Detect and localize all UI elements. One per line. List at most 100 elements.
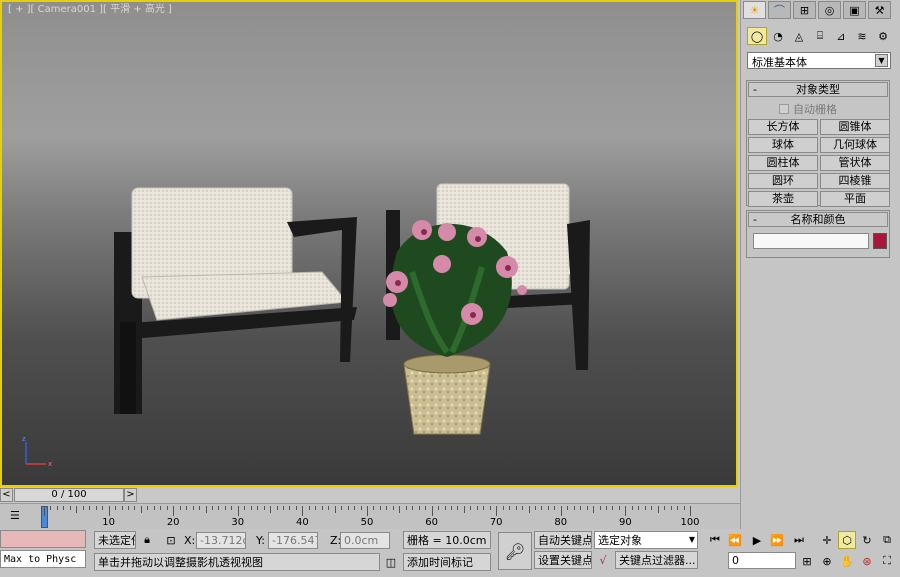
autogrid-checkbox[interactable] (779, 104, 789, 114)
set-key-icon[interactable]: 🔑︎ (498, 532, 532, 570)
time-config-icon[interactable]: ⊞ (798, 552, 816, 570)
play-icon[interactable]: ▶ (748, 531, 766, 549)
display-tab[interactable]: ▣ (843, 1, 866, 19)
zoom-icon[interactable]: ✛ (818, 531, 836, 549)
track-tick (438, 506, 440, 510)
name-color-rollout-header[interactable]: - 名称和颜色 (748, 212, 888, 227)
add-time-tag[interactable]: 添加时间标记 (403, 553, 491, 571)
track-tick (205, 506, 207, 513)
track-tick (192, 506, 194, 510)
y-coord-field[interactable]: -176.547cm (268, 532, 318, 549)
plane-button[interactable]: 平面 (820, 191, 890, 207)
track-tick (418, 506, 420, 510)
roll-camera-icon[interactable]: ⊛ (858, 552, 876, 570)
go-to-start-icon[interactable]: ⏮ (706, 531, 724, 549)
geosphere-button[interactable]: 几何球体 (820, 137, 890, 153)
truck-camera-icon[interactable]: ⊕ (818, 552, 836, 570)
camera-viewport[interactable]: [ + ][ Camera001 ][ 平滑 + 高光 ] z x (0, 0, 738, 487)
cameras-button[interactable]: ⌸ (810, 27, 830, 45)
time-slider[interactable]: < 0 / 100 > (0, 488, 138, 503)
autogrid-label: 自动栅格 (793, 103, 837, 116)
track-tick (341, 506, 343, 510)
spacewarps-button[interactable]: ≋ (852, 27, 872, 45)
current-frame-field[interactable]: 0 (728, 552, 796, 569)
sphere-button[interactable]: 球体 (748, 137, 818, 153)
chevron-down-icon: ▼ (875, 54, 888, 67)
track-tick (670, 506, 672, 510)
box-button[interactable]: 长方体 (748, 119, 818, 135)
z-coord-field[interactable]: 0.0cm (340, 532, 390, 549)
object-name-field[interactable] (753, 233, 869, 249)
cylinder-button[interactable]: 圆柱体 (748, 155, 818, 171)
track-tick (257, 506, 259, 510)
lock-selection-icon[interactable]: 🔒︎ (138, 531, 156, 549)
category-dropdown[interactable]: 标准基本体 ▼ (747, 52, 891, 69)
next-frame-icon[interactable]: ⏩ (768, 531, 786, 549)
absolute-mode-icon[interactable]: ⊡ (162, 531, 180, 549)
hierarchy-tab[interactable]: ⊞ (793, 1, 816, 19)
pan-hand-icon[interactable]: ✋ (838, 552, 856, 570)
helpers-button[interactable]: ⊿ (831, 27, 851, 45)
isolate-icon[interactable]: ◫ (382, 553, 400, 571)
dolly-camera-icon[interactable]: ⬡ (838, 531, 856, 549)
motion-icon: ◎ (824, 3, 835, 17)
track-tick (625, 506, 627, 516)
track-tick (399, 506, 401, 513)
track-tick-label: 100 (680, 517, 700, 528)
tube-button[interactable]: 管状体 (820, 155, 890, 171)
motion-tab[interactable]: ◎ (818, 1, 841, 19)
field-of-view-icon[interactable]: ⧉ (878, 531, 896, 549)
track-tick (76, 506, 78, 513)
orbit-icon[interactable]: ↻ (858, 531, 876, 549)
track-tick (502, 506, 504, 510)
track-tick (147, 506, 149, 510)
auto-key-button[interactable]: 自动关键点 (534, 531, 592, 549)
maxscript-mini-listener[interactable]: Max to Physc (0, 550, 86, 568)
lights-button[interactable]: ◬ (789, 27, 809, 45)
autogrid-option[interactable]: 自动栅格 (779, 101, 889, 117)
time-slider-next[interactable]: > (124, 488, 137, 502)
track-tick (567, 506, 569, 510)
curve-editor-icon[interactable]: ☰ (10, 509, 26, 523)
key-filters-button[interactable]: 关键点过滤器... (615, 551, 698, 569)
go-to-end-icon[interactable]: ⏭ (790, 531, 808, 549)
systems-button[interactable]: ⚙ (873, 27, 893, 45)
track-ruler[interactable]: 10 20 30 40 50 60 70 80 90 100 (44, 506, 700, 530)
torus-button[interactable]: 圆环 (748, 173, 818, 189)
track-tick (108, 506, 110, 516)
teapot-button[interactable]: 茶壶 (748, 191, 818, 207)
utilities-hammer-icon: ⚒ (874, 3, 885, 17)
track-tick (82, 506, 84, 510)
previous-frame-icon[interactable]: ⏪ (726, 531, 744, 549)
object-color-swatch[interactable] (873, 233, 887, 249)
time-slider-prev[interactable]: < (0, 488, 13, 502)
track-tick (244, 506, 246, 510)
create-tab[interactable]: ☀ (743, 1, 766, 19)
track-tick (334, 506, 336, 513)
object-type-rollout-header[interactable]: - 对象类型 (748, 82, 888, 97)
maxscript-mini-listener-top[interactable] (0, 530, 86, 548)
utilities-tab[interactable]: ⚒ (868, 1, 891, 19)
command-panel-tabs: ☀ ⌒ ⊞ ◎ ▣ ⚒ (741, 0, 900, 20)
track-tick (50, 506, 52, 510)
track-tick (283, 506, 285, 510)
track-tick (554, 506, 556, 510)
track-tick (63, 506, 65, 510)
shapes-button[interactable]: ◔ (768, 27, 788, 45)
cone-button[interactable]: 圆锥体 (820, 119, 890, 135)
track-tick (153, 506, 155, 510)
geometry-button[interactable]: ◯ (747, 27, 767, 45)
key-curve-icon[interactable]: √ (594, 551, 612, 569)
set-key-button[interactable]: 设置关键点 (534, 551, 592, 569)
svg-text:z: z (22, 435, 26, 443)
modify-tab[interactable]: ⌒ (768, 1, 791, 19)
track-tick (412, 506, 414, 510)
track-bar[interactable]: ☰ 10 20 30 40 50 60 70 80 90 100 (0, 503, 740, 529)
pyramid-button[interactable]: 四棱锥 (820, 173, 890, 189)
maximize-viewport-icon[interactable]: ⛶ (878, 552, 896, 570)
x-coord-field[interactable]: -13.712cm (196, 532, 246, 549)
geometry-sphere-icon: ◯ (750, 29, 764, 43)
selected-object-dropdown[interactable]: 选定对象 ▼ (594, 531, 698, 549)
time-slider-position[interactable]: 0 / 100 (14, 488, 124, 502)
spacewarps-icon: ≋ (857, 29, 867, 43)
